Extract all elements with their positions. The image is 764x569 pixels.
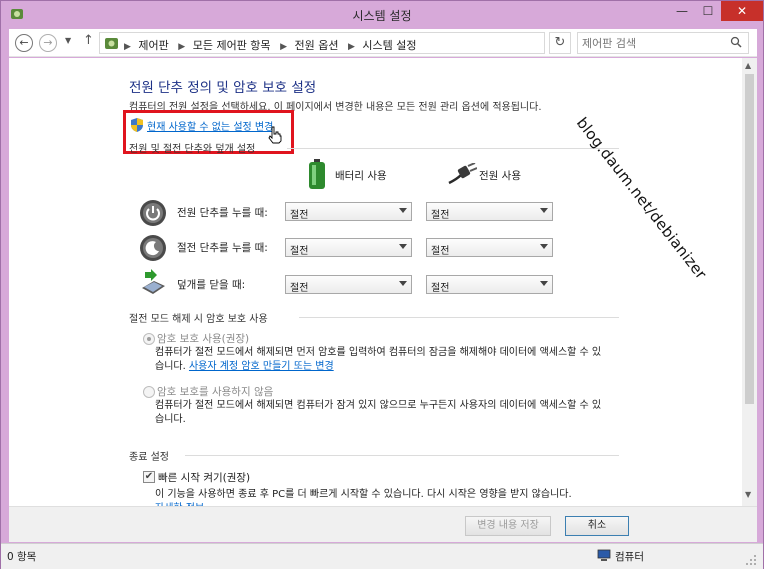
hand-cursor-icon [268, 126, 282, 144]
window: 시스템 설정 — ☐ ✕ ← → ▼ ↑ ▶ 제어판 ▶ 모든 제어판 항목 ▶… [0, 0, 764, 569]
computer-icon [597, 549, 611, 561]
power-button-battery-select[interactable]: 절전 [285, 202, 412, 221]
breadcrumb-chevron-icon[interactable]: ▶ [280, 42, 287, 52]
resize-grip-icon[interactable] [745, 554, 757, 566]
status-bar: 0 항목 컴퓨터 [1, 543, 763, 569]
scroll-down-arrow-icon[interactable]: ▼ [745, 490, 751, 499]
watermark-text: blog.daum.net/debianizer [572, 114, 711, 283]
no-password-label: 암호 보호를 사용하지 않음 [157, 386, 274, 398]
no-password-radio[interactable] [143, 386, 155, 398]
section-divider [185, 455, 619, 456]
content-pane: 전원 단추 정의 및 암호 보호 설정 컴퓨터의 전원 설정을 선택하세요. 이… [9, 58, 742, 506]
back-button[interactable]: ← [15, 34, 33, 52]
item-count: 0 항목 [7, 551, 37, 563]
chevron-down-icon [540, 208, 548, 213]
require-password-radio[interactable] [143, 333, 155, 345]
maximize-button[interactable]: ☐ [695, 1, 721, 21]
button-bar: 변경 내용 저장 취소 [9, 506, 757, 542]
title-bar: 시스템 설정 — ☐ ✕ [1, 1, 763, 29]
minimize-button[interactable]: — [669, 1, 695, 21]
laptop-lid-icon [142, 269, 165, 294]
battery-icon [309, 159, 325, 189]
status-location: 컴퓨터 [615, 551, 644, 563]
lid-close-plugged-select[interactable]: 절전 [426, 275, 553, 294]
address-bar[interactable]: ▶ 제어판 ▶ 모든 제어판 항목 ▶ 전원 옵션 ▶ 시스템 설정 ▼ [99, 32, 622, 54]
save-changes-button[interactable]: 변경 내용 저장 [465, 516, 551, 536]
sleep-button-battery-select[interactable]: 절전 [285, 238, 412, 257]
search-box[interactable] [577, 32, 749, 54]
forward-button[interactable]: → [39, 34, 57, 52]
window-title: 시스템 설정 [352, 9, 412, 23]
section-divider [287, 148, 619, 149]
vertical-scrollbar[interactable]: ▲ ▼ [742, 58, 757, 506]
control-panel-icon [105, 38, 118, 49]
select-value: 절전 [431, 283, 450, 294]
navigation-bar: ← → ▼ ↑ ▶ 제어판 ▶ 모든 제어판 항목 ▶ 전원 옵션 ▶ 시스템 … [9, 29, 757, 57]
select-value: 절전 [290, 246, 309, 257]
select-value: 절전 [290, 210, 309, 221]
lid-close-battery-select[interactable]: 절전 [285, 275, 412, 294]
power-plug-icon [448, 163, 477, 185]
breadcrumb: ▶ 제어판 ▶ 모든 제어판 항목 ▶ 전원 옵션 ▶ 시스템 설정 [122, 37, 421, 53]
up-arrow-icon[interactable]: ↑ [83, 33, 94, 48]
chevron-down-icon [540, 244, 548, 249]
require-password-description: 컴퓨터가 절전 모드에서 해제되면 먼저 암호를 입력하여 컴퓨터의 잠금을 해… [155, 346, 605, 374]
scrollbar-thumb[interactable] [745, 74, 754, 404]
select-value: 절전 [290, 283, 309, 294]
chevron-down-icon [399, 244, 407, 249]
cancel-button[interactable]: 취소 [565, 516, 629, 536]
power-button-plugged-select[interactable]: 절전 [426, 202, 553, 221]
column-header-plugged-in: 전원 사용 [479, 170, 521, 182]
fast-startup-label: 빠른 시작 켜기(권장) [158, 472, 251, 484]
close-button[interactable]: ✕ [721, 1, 763, 21]
column-header-battery: 배터리 사용 [335, 170, 387, 182]
breadcrumb-chevron-icon[interactable]: ▶ [178, 42, 185, 52]
breadcrumb-item[interactable]: 전원 옵션 [294, 39, 338, 52]
select-value: 절전 [431, 210, 450, 221]
sleep-button-plugged-select[interactable]: 절전 [426, 238, 553, 257]
breadcrumb-chevron-icon[interactable]: ▶ [348, 42, 355, 52]
breadcrumb-item[interactable]: 제어판 [138, 39, 168, 52]
search-input[interactable] [582, 36, 722, 50]
sleep-button-icon [140, 235, 166, 261]
breadcrumb-chevron-icon: ▶ [124, 42, 131, 52]
require-password-label: 암호 보호 사용(권장) [157, 333, 250, 345]
fast-startup-description: 이 기능을 사용하면 종료 후 PC를 더 빠르게 시작할 수 있습니다. 다시… [155, 489, 572, 500]
breadcrumb-item[interactable]: 모든 제어판 항목 [193, 39, 271, 52]
section-title-shutdown: 종료 설정 [129, 452, 169, 463]
power-button-label: 전원 단추를 누를 때: [177, 207, 268, 219]
section-title-password: 절전 모드 해제 시 암호 보호 사용 [129, 314, 268, 325]
search-icon[interactable] [730, 36, 742, 48]
chevron-down-icon [540, 281, 548, 286]
fast-startup-checkbox[interactable]: ✔ [143, 471, 155, 483]
recent-pages-dropdown-icon[interactable]: ▼ [65, 36, 71, 45]
scroll-up-arrow-icon[interactable]: ▲ [745, 61, 751, 70]
refresh-button[interactable]: ↻ [549, 32, 571, 54]
lid-close-label: 덮개를 닫을 때: [177, 279, 246, 291]
chevron-down-icon [399, 208, 407, 213]
create-change-password-link[interactable]: 사용자 계정 암호 만들기 또는 변경 [189, 361, 334, 372]
section-divider [299, 317, 619, 318]
section-title-power-buttons: 전원 및 절전 단추와 덮개 설정 [129, 144, 256, 155]
more-info-link[interactable]: 자세한 정보 [155, 499, 204, 506]
sleep-button-label: 절전 단추를 누를 때: [177, 242, 268, 254]
chevron-down-icon [399, 281, 407, 286]
breadcrumb-item[interactable]: 시스템 설정 [362, 39, 416, 52]
power-button-icon [140, 200, 166, 226]
page-title: 전원 단추 정의 및 암호 보호 설정 [129, 80, 317, 96]
no-password-description: 컴퓨터가 절전 모드에서 해제되면 컴퓨터가 잠겨 있지 않으므로 누구든지 사… [155, 400, 602, 425]
select-value: 절전 [431, 246, 450, 257]
